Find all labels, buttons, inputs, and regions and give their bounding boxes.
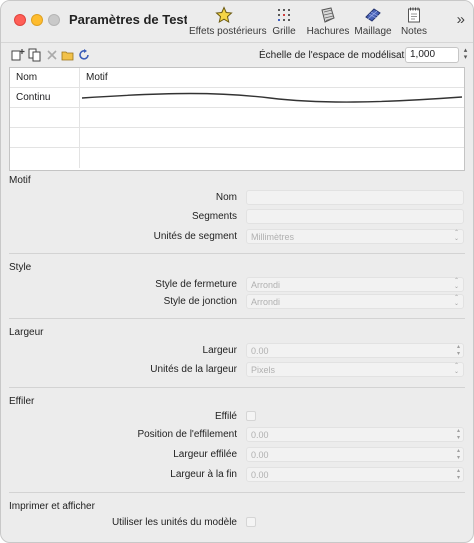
section-title-imprimer: Imprimer et afficher — [9, 501, 95, 512]
toolbar-maillage[interactable]: Maillage — [353, 6, 393, 37]
position-effilement-label: Position de l'effilement — [137, 429, 237, 440]
effile-label: Effilé — [214, 411, 237, 422]
utiliser-unites-checkbox[interactable] — [246, 517, 256, 527]
row-pattern-preview — [80, 88, 464, 108]
table-row-empty — [10, 128, 464, 148]
scale-label: Échelle de l'espace de modélisation — [259, 50, 418, 61]
largeur-effilee-input[interactable]: 0.00 — [246, 447, 464, 462]
section-divider — [9, 492, 465, 493]
jonction-label: Style de jonction — [163, 296, 237, 307]
section-title-effiler: Effiler — [9, 396, 35, 407]
utiliser-unites-label: Utiliser les unités du modèle — [111, 517, 237, 528]
section-divider — [9, 318, 465, 319]
star-icon — [215, 6, 233, 24]
hatch-icon — [321, 7, 335, 23]
segments-field[interactable] — [246, 209, 464, 224]
toolbar-label: Notes — [400, 26, 428, 37]
toolbar-notes[interactable]: Notes — [399, 6, 429, 37]
toolbar-label: Effets postérieurs — [189, 26, 267, 37]
unites-segment-select[interactable]: Millimètres — [246, 229, 464, 244]
folder-icon[interactable] — [61, 48, 75, 62]
toolbar-hachures[interactable]: Hachures — [306, 6, 350, 37]
pattern-line-preview — [81, 92, 463, 103]
largeur-label: Largeur — [202, 345, 237, 356]
fermeture-label: Style de fermeture — [155, 279, 237, 290]
duplicate-icon[interactable] — [28, 48, 42, 62]
fermeture-select[interactable]: Arrondi — [246, 277, 464, 292]
toolbar-label: Hachures — [306, 26, 350, 37]
notes-icon — [408, 7, 420, 23]
section-title-motif: Motif — [9, 175, 31, 186]
row-name: Continu — [10, 88, 80, 108]
section-title-style: Style — [9, 262, 32, 273]
window-title: Paramètres de Test... — [69, 12, 187, 27]
add-pattern-icon[interactable] — [11, 48, 25, 62]
toolbar-label: Grille — [272, 26, 296, 37]
mesh-icon — [365, 8, 381, 22]
largeur-fin-input[interactable]: 0.00 — [246, 467, 464, 482]
segments-label: Segments — [191, 211, 237, 222]
scale-input[interactable]: 1,000 — [405, 47, 459, 63]
section-divider — [9, 253, 465, 254]
zoom-window-button[interactable] — [48, 14, 60, 26]
position-effilement-input[interactable]: 0.00 — [246, 427, 464, 442]
close-window-button[interactable] — [14, 14, 26, 26]
section-title-largeur: Largeur — [9, 327, 44, 338]
table-row-empty — [10, 108, 464, 128]
delete-icon[interactable] — [45, 48, 59, 62]
largeur-effilee-label: Largeur effilée — [173, 449, 237, 460]
grid-icon — [278, 9, 290, 21]
refresh-icon[interactable] — [77, 48, 91, 62]
table-row-empty — [10, 148, 464, 168]
largeur-fin-label: Largeur à la fin — [170, 469, 237, 480]
unites-largeur-select[interactable]: Pixels — [246, 362, 464, 377]
table-row[interactable]: Continu — [10, 88, 464, 108]
pattern-toolbar: Échelle de l'espace de modélisation 1,00… — [9, 47, 469, 65]
unites-largeur-label: Unités de la largeur — [150, 364, 237, 375]
nom-label: Nom — [215, 192, 237, 203]
unites-segment-label: Unités de segment — [153, 231, 237, 242]
table-header: Nom Motif — [10, 68, 464, 88]
toolbar-grille[interactable]: Grille — [267, 6, 301, 37]
largeur-input[interactable]: 0.00 — [246, 343, 464, 358]
settings-window: Paramètres de Test... Effets postérieurs… — [0, 0, 474, 543]
jonction-select[interactable]: Arrondi — [246, 294, 464, 309]
toolbar-effets-posterieurs[interactable]: Effets postérieurs — [189, 6, 267, 37]
pattern-table: Nom Motif Continu — [9, 67, 465, 171]
scale-stepper[interactable]: ▴ ▾ — [461, 47, 470, 63]
title-bar: Paramètres de Test... Effets postérieurs… — [1, 1, 473, 43]
nom-field[interactable] — [246, 190, 464, 205]
minimize-window-button[interactable] — [31, 14, 43, 26]
toolbar-label: Maillage — [354, 26, 392, 37]
column-header-motif[interactable]: Motif — [80, 68, 464, 88]
effile-checkbox[interactable] — [246, 411, 256, 421]
column-header-nom[interactable]: Nom — [10, 68, 80, 88]
section-divider — [9, 387, 465, 388]
toolbar-overflow-button[interactable]: » — [457, 11, 465, 28]
